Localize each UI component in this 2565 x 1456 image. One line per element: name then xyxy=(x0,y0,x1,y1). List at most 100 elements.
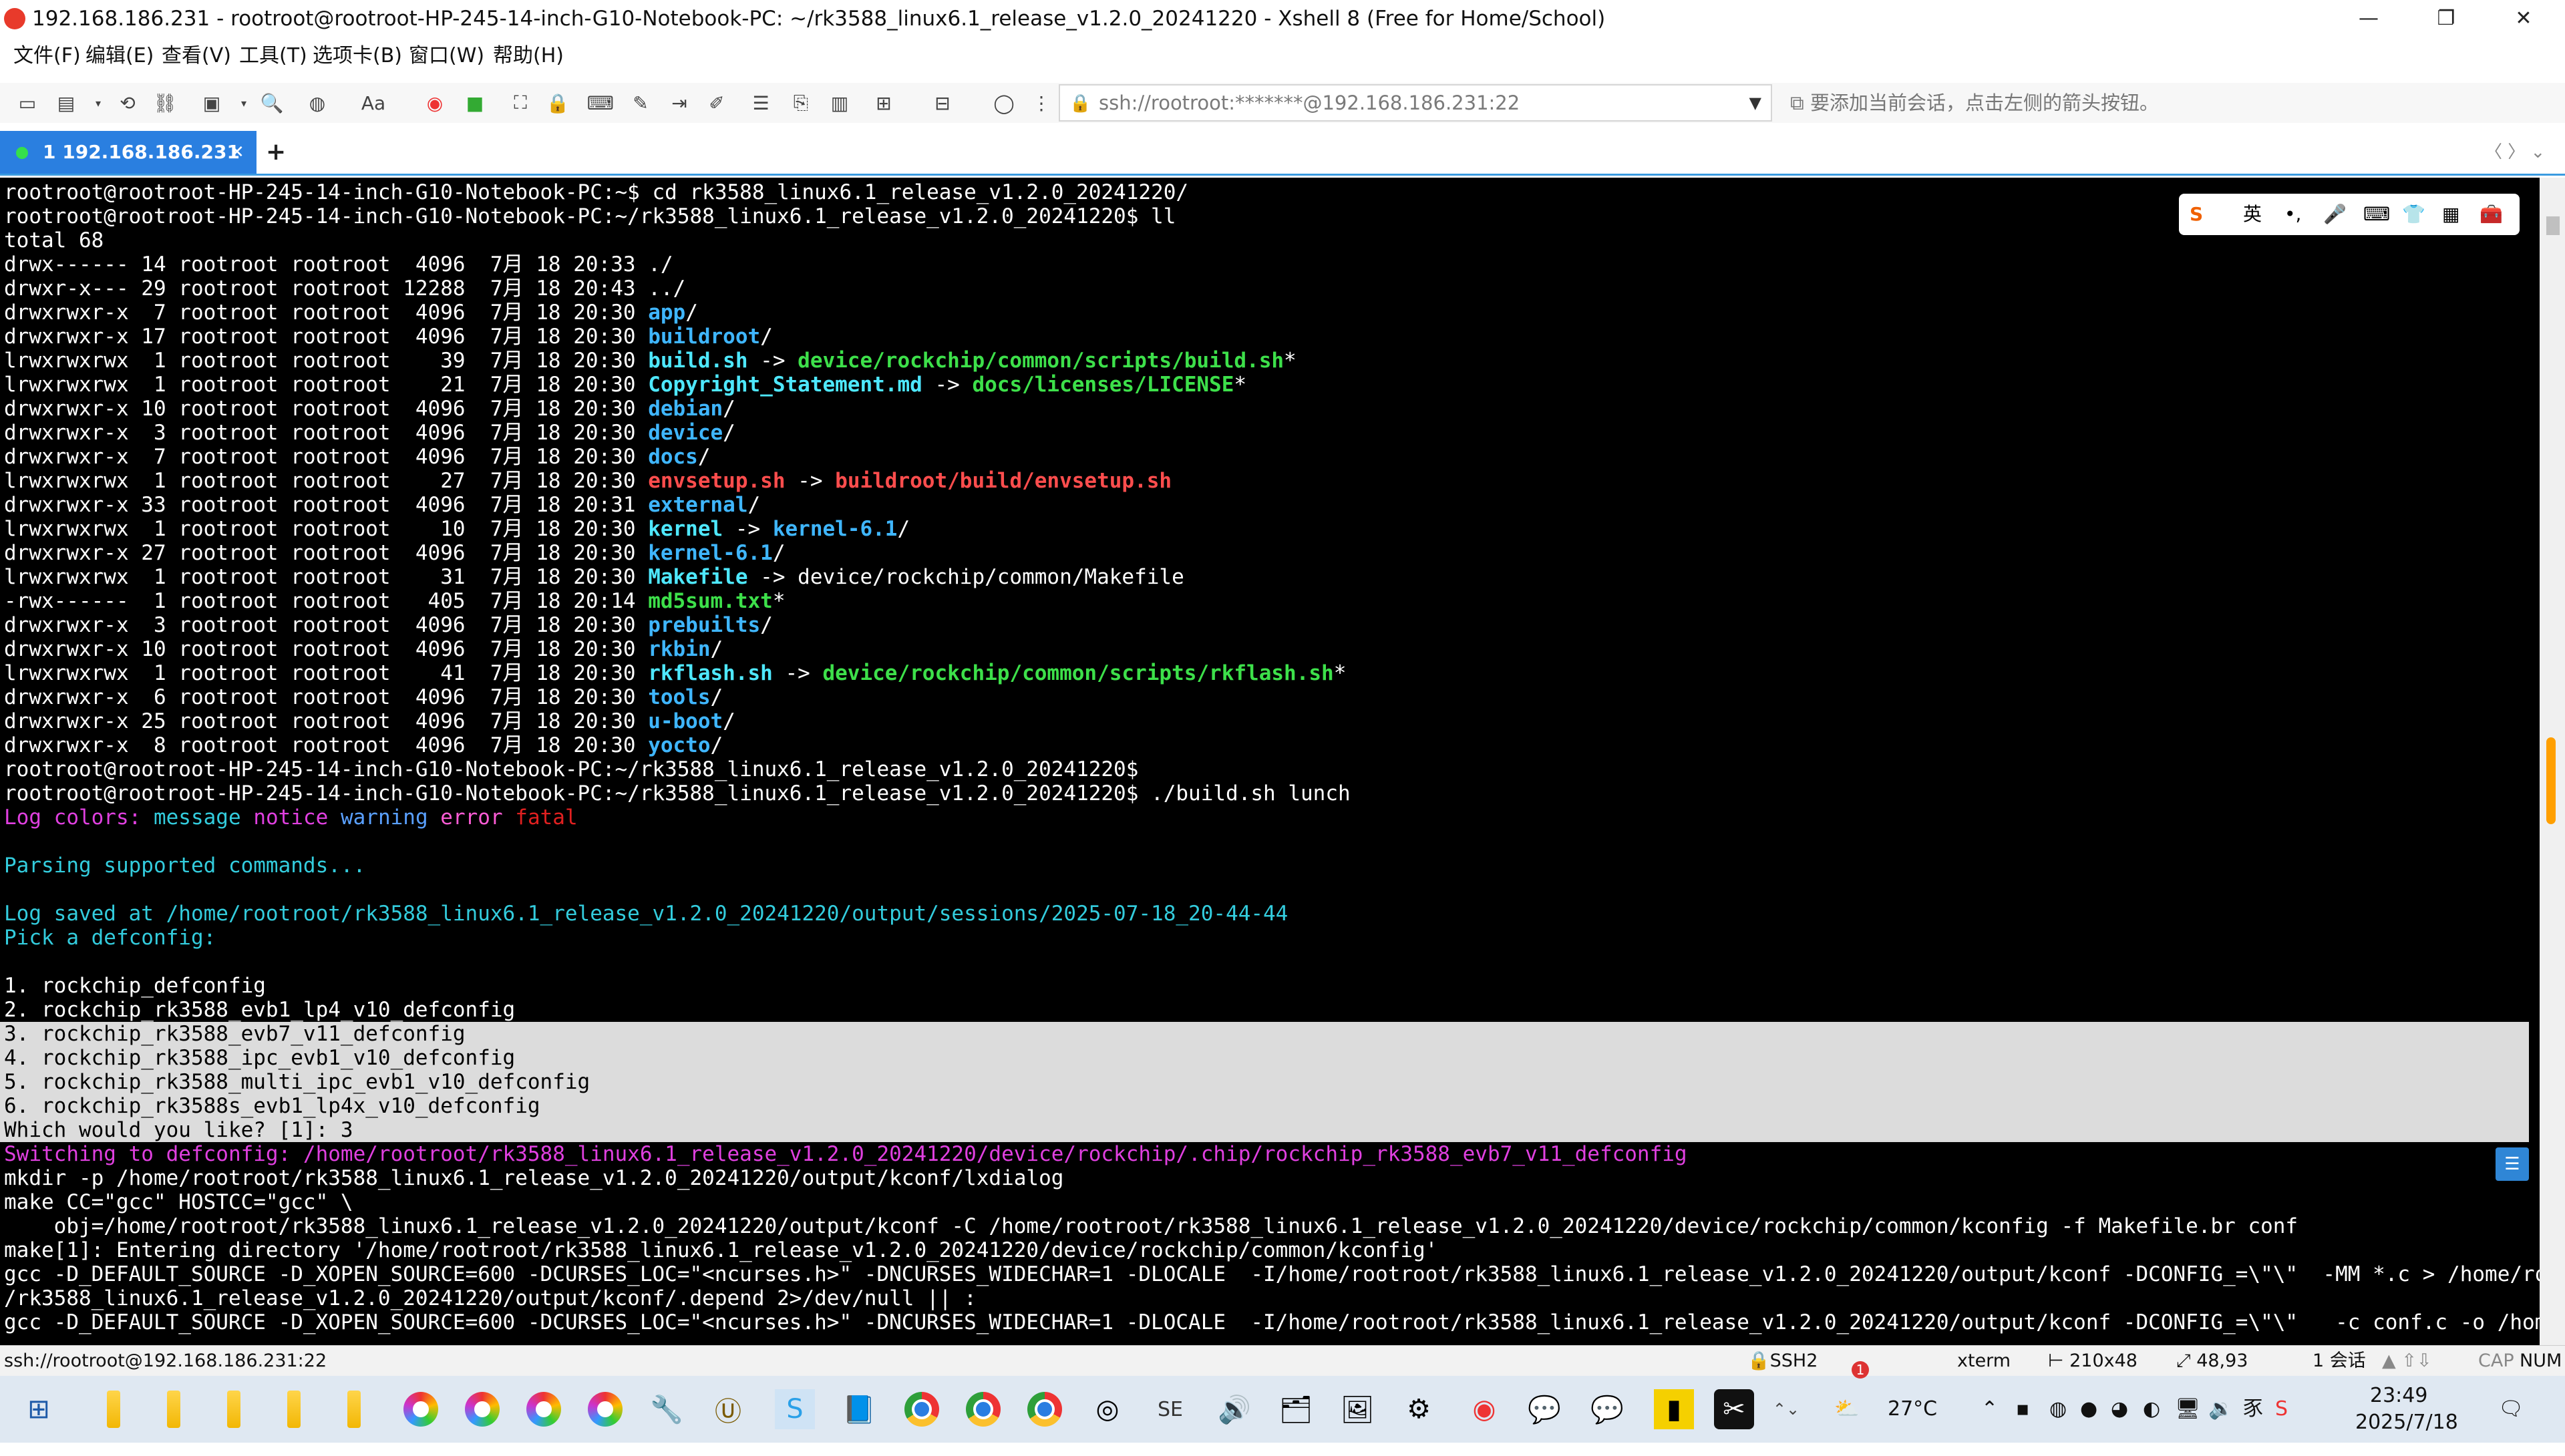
windows-start-icon[interactable]: ⊞ xyxy=(19,1389,59,1429)
chevron-down-icon[interactable]: ▼ xyxy=(1749,85,1761,120)
browser-360-icon[interactable] xyxy=(588,1392,623,1427)
globe-icon[interactable]: ◍ xyxy=(305,91,330,115)
xftp-icon[interactable]: ■ xyxy=(462,91,488,115)
chrome-icon[interactable] xyxy=(904,1392,939,1427)
sogou-tray-icon[interactable]: S xyxy=(2275,1376,2288,1443)
xshell-taskbar-icon[interactable]: ◉ xyxy=(1464,1389,1504,1429)
transfer-icon[interactable]: ⇥ xyxy=(667,91,692,115)
disconnect-icon[interactable]: ⛓ xyxy=(152,91,178,115)
status-sessions[interactable]: 1 会话 xyxy=(2313,1346,2366,1377)
ime-toolbar[interactable]: S 英 •, 🎤 ⌨ 👕 ▦ 🧰 xyxy=(2179,194,2520,235)
browser-360-icon[interactable] xyxy=(526,1392,561,1427)
menu-edit[interactable]: 编辑(E) xyxy=(86,37,154,75)
compose-icon[interactable]: ✎ xyxy=(628,91,653,115)
menu-tabs[interactable]: 选项卡(B) xyxy=(313,37,402,75)
weather-temp[interactable]: 27°C xyxy=(1888,1376,1937,1443)
network-icon[interactable]: ⚙ xyxy=(1399,1389,1439,1429)
more-icon[interactable]: ⋮ xyxy=(1029,91,1054,115)
display-icon[interactable]: 🖥 xyxy=(2175,1376,2200,1443)
mfc-icon[interactable]: 🗂 xyxy=(1276,1389,1316,1429)
reconnect-icon[interactable]: ⟲ xyxy=(115,91,140,115)
keyboard-icon[interactable]: ⌨ xyxy=(587,91,614,115)
close-window-button[interactable]: ✕ xyxy=(2493,0,2554,37)
new-session-icon[interactable]: ▭ xyxy=(15,91,40,115)
folder-icon[interactable] xyxy=(287,1391,301,1428)
open-dropdown-icon[interactable]: ▾ xyxy=(86,91,111,115)
tab-navigation[interactable]: 〈 〉 ⌄ xyxy=(2485,131,2545,174)
ue-editor-icon[interactable]: Ⓤ xyxy=(708,1389,748,1429)
volume-icon[interactable]: 🔉 xyxy=(2208,1376,2233,1443)
copy-icon[interactable]: ⎘ xyxy=(788,91,814,115)
new-tab-icon[interactable]: ⊞ xyxy=(871,91,896,115)
wechat-icon[interactable]: 💬 xyxy=(1587,1389,1627,1429)
folder-icon[interactable] xyxy=(347,1391,361,1428)
browser-360-icon[interactable] xyxy=(465,1392,500,1427)
weather-icon[interactable]: ⛅ xyxy=(1834,1376,1859,1443)
audio-icon[interactable]: 🔊 xyxy=(1214,1389,1254,1429)
tab-session-1[interactable]: 1 192.168.186.231 ✕ xyxy=(0,131,256,174)
clock-date[interactable]: 2025/7/18 xyxy=(2355,1389,2458,1456)
tray-app-icon[interactable]: ◐ xyxy=(2143,1376,2160,1443)
address-bar[interactable]: 🔒 ssh://rootroot:*******@192.168.186.231… xyxy=(1059,84,1772,122)
image-viewer-icon[interactable]: 🖼 xyxy=(1337,1389,1377,1429)
layout-icon[interactable]: ⊟ xyxy=(930,91,955,115)
session-dropdown-icon[interactable]: ▾ xyxy=(231,91,256,115)
chat-icon[interactable]: ◯ xyxy=(991,91,1017,115)
input-method-icon[interactable]: ⾗ xyxy=(2243,1376,2263,1443)
side-panel-icon[interactable]: ☰ xyxy=(2496,1147,2529,1181)
tray-wechat-icon[interactable]: ● xyxy=(2080,1376,2097,1443)
menu-window[interactable]: 窗口(W) xyxy=(409,37,484,75)
minimize-button[interactable]: — xyxy=(2338,0,2399,37)
lock-icon[interactable]: 🔒 xyxy=(545,91,570,115)
scrollbar-thumb[interactable] xyxy=(2546,216,2560,235)
chrome-icon[interactable] xyxy=(966,1392,1001,1427)
font-icon[interactable]: Aa xyxy=(361,91,386,115)
disk-tool-icon[interactable]: ◎ xyxy=(1087,1389,1128,1429)
maximize-button[interactable]: ❐ xyxy=(2415,0,2477,37)
tray-app-icon[interactable]: ◕ xyxy=(2111,1376,2128,1443)
punctuation-icon[interactable]: •, xyxy=(2284,194,2301,235)
menu-file[interactable]: 文件(F) xyxy=(13,37,81,75)
tray-expand-icon[interactable]: ⌃ xyxy=(1981,1376,1998,1443)
sticky-app-icon[interactable]: ▮ xyxy=(1654,1389,1694,1429)
terminal[interactable]: rootroot@rootroot-HP-245-14-inch-G10-Not… xyxy=(0,178,2540,1345)
notes-icon[interactable]: 📘 xyxy=(839,1389,879,1429)
chrome-icon[interactable] xyxy=(1027,1392,1062,1427)
log-icon[interactable]: ☰ xyxy=(748,91,774,115)
session-manager-icon[interactable]: ▣ xyxy=(199,91,224,115)
notification-icon[interactable]: 🗨 xyxy=(2498,1376,2524,1443)
capcut-icon[interactable]: ✂ xyxy=(1714,1389,1754,1429)
fullscreen-icon[interactable]: ⛶ xyxy=(508,91,533,115)
keyboard-icon[interactable]: ⌨ xyxy=(2363,194,2390,235)
add-tab-button[interactable]: + xyxy=(266,131,286,174)
sogou-icon[interactable]: S xyxy=(775,1389,815,1429)
tools-icon[interactable]: 🔧 xyxy=(647,1389,687,1429)
wechat-icon[interactable]: 💬 xyxy=(1524,1389,1564,1429)
close-tab-icon[interactable]: ✕ xyxy=(230,131,244,174)
se-icon[interactable]: SE xyxy=(1150,1389,1190,1429)
menu-help[interactable]: 帮助(H) xyxy=(493,37,564,75)
folder-icon[interactable] xyxy=(227,1391,240,1428)
folder-icon[interactable] xyxy=(167,1391,180,1428)
tray-app-icon[interactable]: ▪ xyxy=(2016,1376,2029,1443)
tray-app-icon[interactable]: ◍ xyxy=(2049,1376,2067,1443)
taskbar-overflow-icon[interactable]: ⌃⌄ xyxy=(1766,1389,1806,1429)
open-folder-icon[interactable]: ▤ xyxy=(53,91,79,115)
script-icon[interactable]: ✐ xyxy=(704,91,729,115)
grid-icon[interactable]: ▦ xyxy=(2442,194,2459,235)
menu-tools[interactable]: 工具(T) xyxy=(239,37,307,75)
folder-icon[interactable] xyxy=(107,1391,120,1428)
browser-360-icon[interactable] xyxy=(403,1392,438,1427)
skin-icon[interactable]: 👕 xyxy=(2402,194,2425,235)
sogou-logo-icon[interactable]: S xyxy=(2190,194,2203,235)
xshell-icon[interactable]: ◉ xyxy=(422,91,448,115)
microphone-icon[interactable]: 🎤 xyxy=(2323,194,2347,235)
find-icon[interactable]: 🔍 xyxy=(259,91,285,115)
ime-language-toggle[interactable]: 英 xyxy=(2243,194,2262,235)
session-bar-icon[interactable]: ⧉ xyxy=(1790,92,1810,114)
menu-view[interactable]: 查看(V) xyxy=(162,37,231,75)
paste-icon[interactable]: ▥ xyxy=(827,91,852,115)
terminal-output[interactable]: rootroot@rootroot-HP-245-14-inch-G10-Not… xyxy=(0,178,2540,1334)
address-input[interactable]: ssh://rootroot:*******@192.168.186.231:2… xyxy=(1099,85,1520,120)
toolbox-icon[interactable]: 🧰 xyxy=(2480,194,2503,235)
